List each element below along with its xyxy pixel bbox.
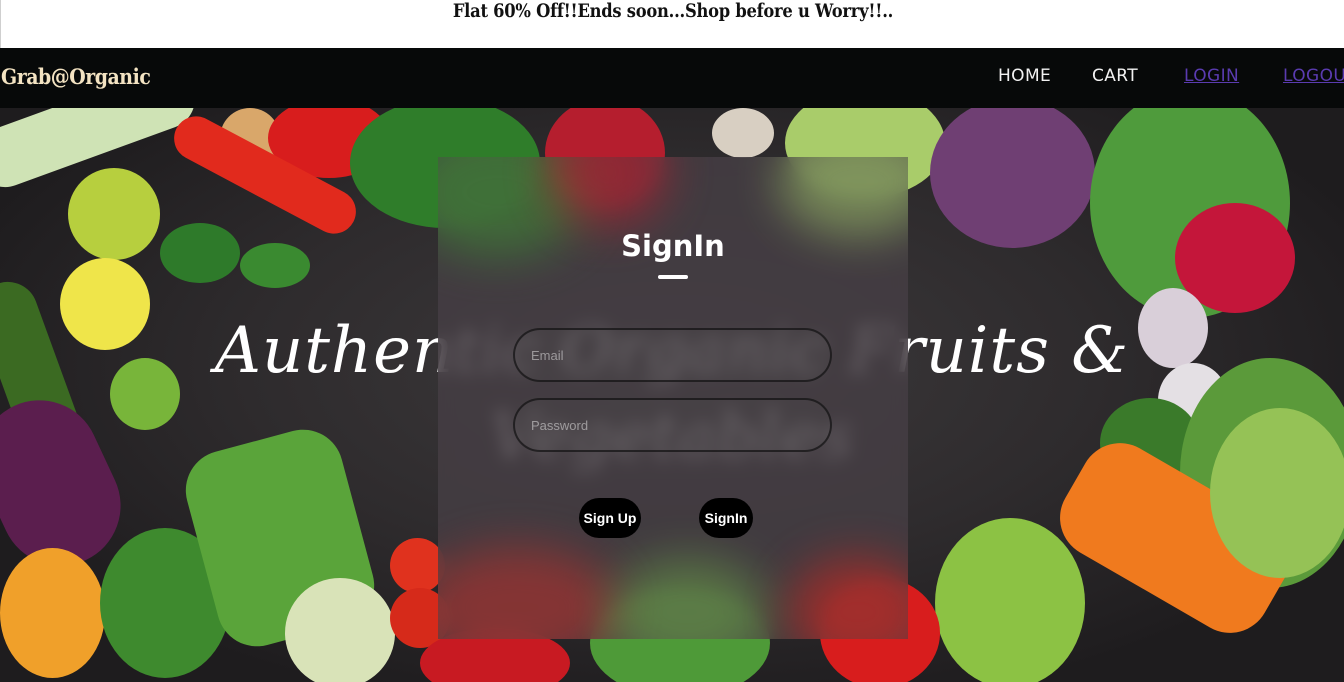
- promo-banner: Flat 60% Off!!Ends soon...Shop before u …: [0, 0, 1344, 48]
- signup-button[interactable]: Sign Up: [579, 498, 641, 538]
- signin-button[interactable]: SignIn: [699, 498, 753, 538]
- title-underline: [658, 275, 688, 279]
- password-input[interactable]: [513, 398, 832, 452]
- email-input[interactable]: [513, 328, 832, 382]
- signin-card: SignIn Sign Up SignIn: [438, 157, 908, 639]
- navbar: Grab@Organic HOME CART LOGIN LOGOUT: [0, 48, 1344, 108]
- nav-link-login[interactable]: LOGIN: [1184, 66, 1239, 86]
- nav-link-home[interactable]: HOME: [998, 66, 1051, 86]
- signin-title: SignIn: [621, 229, 725, 263]
- nav-link-cart[interactable]: CART: [1092, 66, 1138, 86]
- brand-logo[interactable]: Grab@Organic: [1, 64, 151, 89]
- nav-link-logout[interactable]: LOGOUT: [1283, 66, 1344, 86]
- promo-text: Flat 60% Off!!Ends soon...Shop before u …: [452, 0, 893, 22]
